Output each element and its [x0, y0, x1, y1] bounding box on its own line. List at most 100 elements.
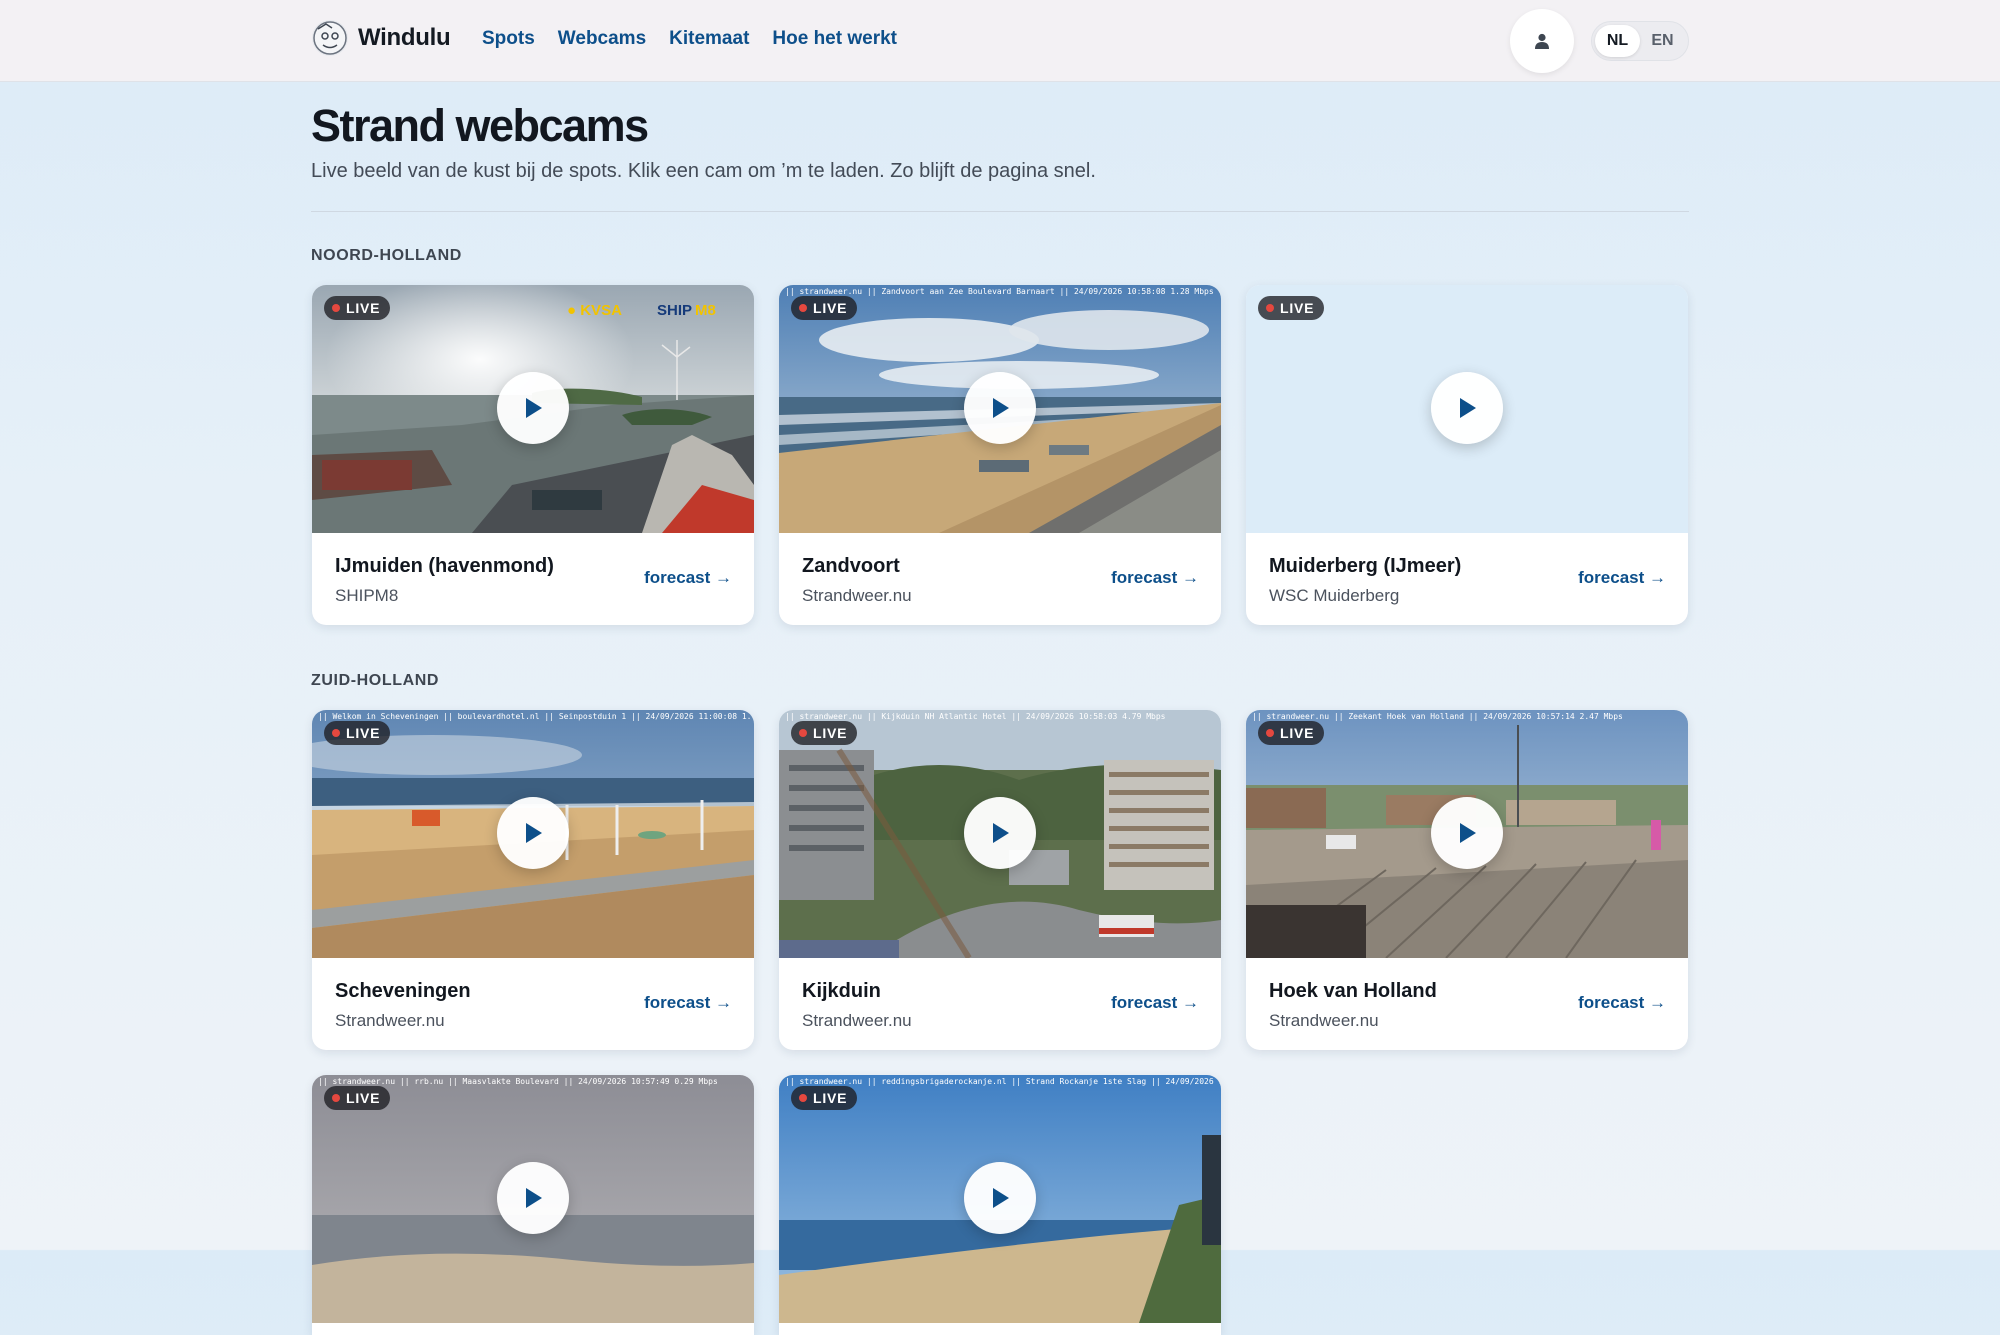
play-button[interactable] [497, 1162, 569, 1234]
live-label: LIVE [346, 1090, 381, 1106]
webcam-preview[interactable]: || Welkom in Scheveningen || boulevardho… [312, 710, 754, 958]
play-button[interactable] [1431, 372, 1503, 444]
webcam-card[interactable]: || strandweer.nu || rrb.nu || Maasvlakte… [312, 1075, 754, 1335]
language-option-en[interactable]: EN [1640, 25, 1685, 57]
webcam-preview[interactable]: LIVE [1246, 285, 1688, 533]
nav-link-hoe-het-werkt[interactable]: Hoe het werkt [772, 28, 897, 50]
play-icon [993, 823, 1009, 843]
live-dot-icon [799, 1094, 807, 1102]
live-label: LIVE [813, 300, 848, 316]
webcam-card[interactable]: || strandweer.nu || Zandvoort aan Zee Bo… [779, 285, 1221, 625]
account-button[interactable] [1510, 9, 1574, 73]
webcam-preview[interactable]: || strandweer.nu || rrb.nu || Maasvlakte… [312, 1075, 754, 1323]
spot-name: IJmuiden (havenmond) [335, 555, 554, 577]
live-label: LIVE [346, 725, 381, 741]
webcam-card[interactable]: || Welkom in Scheveningen || boulevardho… [312, 710, 754, 1050]
live-badge: LIVE [1258, 296, 1325, 320]
webcam-card-info: Zandvoort Strandweer.nu forecast → [779, 533, 1221, 625]
top-navigation-bar: Windulu Spots Webcams Kitemaat Hoe het w… [0, 0, 2000, 82]
webcam-preview[interactable]: || strandweer.nu || Zeekant Hoek van Hol… [1246, 710, 1688, 958]
spot-name: Muiderberg (IJmeer) [1269, 555, 1462, 577]
language-switch: NL EN [1591, 21, 1689, 61]
region-heading: NOORD-HOLLAND [311, 247, 462, 264]
kvsa-watermark: ● KVSA [567, 302, 622, 319]
play-icon [526, 823, 542, 843]
webcam-preview[interactable]: ● KVSA SHIP M8 LIVE [312, 285, 754, 533]
svg-text:|| Welkom in Scheveningen || b: || Welkom in Scheveningen || boulevardho… [318, 712, 754, 721]
live-badge: LIVE [324, 1086, 391, 1110]
webcam-card-info: Muiderberg (IJmeer) WSC Muiderberg forec… [1246, 533, 1688, 625]
windulu-logo-icon [312, 20, 348, 56]
live-dot-icon [332, 729, 340, 737]
svg-text:SHIP: SHIP [657, 302, 692, 319]
play-button[interactable] [964, 372, 1036, 444]
nav-link-webcams[interactable]: Webcams [558, 28, 646, 50]
live-badge: LIVE [791, 296, 858, 320]
play-button[interactable] [497, 372, 569, 444]
play-button[interactable] [1431, 797, 1503, 869]
play-icon [1460, 398, 1476, 418]
webcam-preview[interactable]: || strandweer.nu || Kijkduin NH Atlantic… [779, 710, 1221, 958]
forecast-link[interactable]: forecast → [1111, 568, 1199, 588]
spot-name: Kijkduin [802, 980, 881, 1002]
live-label: LIVE [813, 725, 848, 741]
forecast-link[interactable]: forecast → [1578, 993, 1666, 1013]
forecast-link[interactable]: forecast → [1111, 993, 1199, 1013]
live-dot-icon [1266, 729, 1274, 737]
webcam-card-info: Scheveningen Strandweer.nu forecast → [312, 958, 754, 1050]
webcam-source: Strandweer.nu [802, 1011, 912, 1030]
live-dot-icon [1266, 304, 1274, 312]
live-label: LIVE [346, 300, 381, 316]
play-button[interactable] [497, 797, 569, 869]
webcam-preview[interactable]: || strandweer.nu || Zandvoort aan Zee Bo… [779, 285, 1221, 533]
forecast-link[interactable]: forecast → [644, 568, 732, 588]
svg-text:|| strandweer.nu || Kijkduin N: || strandweer.nu || Kijkduin NH Atlantic… [785, 712, 1166, 721]
live-dot-icon [332, 1094, 340, 1102]
webcam-preview[interactable]: || strandweer.nu || reddingsbrigaderocka… [779, 1075, 1221, 1323]
live-badge: LIVE [1258, 721, 1325, 745]
main-nav: Spots Webcams Kitemaat Hoe het werkt [482, 28, 897, 50]
webcam-card-info: Hoek van Holland Strandweer.nu forecast … [1246, 958, 1688, 1050]
webcam-source: Strandweer.nu [335, 1011, 445, 1030]
language-option-nl[interactable]: NL [1595, 25, 1640, 57]
brand-name: Windulu [358, 24, 451, 51]
live-badge: LIVE [324, 721, 391, 745]
webcam-card[interactable]: || strandweer.nu || Kijkduin NH Atlantic… [779, 710, 1221, 1050]
live-label: LIVE [1280, 725, 1315, 741]
spot-name: Hoek van Holland [1269, 980, 1437, 1002]
webcam-card[interactable]: LIVE Muiderberg (IJmeer) WSC Muiderberg … [1246, 285, 1688, 625]
live-label: LIVE [1280, 300, 1315, 316]
live-dot-icon [799, 304, 807, 312]
svg-text:|| strandweer.nu || Zeekant Ho: || strandweer.nu || Zeekant Hoek van Hol… [1252, 712, 1623, 721]
live-dot-icon [799, 729, 807, 737]
webcam-source: WSC Muiderberg [1269, 586, 1400, 605]
forecast-link[interactable]: forecast → [644, 993, 732, 1013]
spot-name: Zandvoort [802, 555, 900, 577]
page-subtitle: Live beeld van de kust bij de spots. Kli… [311, 160, 1096, 182]
nav-link-kitemaat[interactable]: Kitemaat [669, 28, 749, 50]
forecast-link[interactable]: forecast → [1578, 568, 1666, 588]
webcam-source: Strandweer.nu [1269, 1011, 1379, 1030]
live-badge: LIVE [791, 721, 858, 745]
live-badge: LIVE [324, 296, 391, 320]
play-button[interactable] [964, 797, 1036, 869]
webcam-card-info: IJmuiden (havenmond) SHIPM8 forecast → [312, 533, 754, 625]
webcam-card-info: Kijkduin Strandweer.nu forecast → [779, 958, 1221, 1050]
webcam-card[interactable]: ● KVSA SHIP M8 LIVE IJmuiden (havenmond)… [312, 285, 754, 625]
region-heading: ZUID-HOLLAND [311, 672, 440, 689]
user-icon [1535, 33, 1549, 49]
play-icon [526, 1188, 542, 1208]
spot-name: Scheveningen [335, 980, 471, 1002]
nav-link-spots[interactable]: Spots [482, 28, 535, 50]
svg-text:|| strandweer.nu || Zandvoort: || strandweer.nu || Zandvoort aan Zee Bo… [785, 287, 1214, 296]
brand-link[interactable]: Windulu [312, 20, 451, 56]
webcam-source: Strandweer.nu [802, 586, 912, 605]
play-button[interactable] [964, 1162, 1036, 1234]
divider [311, 211, 1689, 212]
svg-text:|| strandweer.nu || rrb.nu ||: || strandweer.nu || rrb.nu || Maasvlakte… [318, 1077, 718, 1086]
webcam-card[interactable]: || strandweer.nu || Zeekant Hoek van Hol… [1246, 710, 1688, 1050]
webcam-card[interactable]: || strandweer.nu || reddingsbrigaderocka… [779, 1075, 1221, 1335]
svg-text:|| strandweer.nu || reddingsbr: || strandweer.nu || reddingsbrigaderocka… [785, 1077, 1221, 1086]
live-dot-icon [332, 304, 340, 312]
live-badge: LIVE [791, 1086, 858, 1110]
